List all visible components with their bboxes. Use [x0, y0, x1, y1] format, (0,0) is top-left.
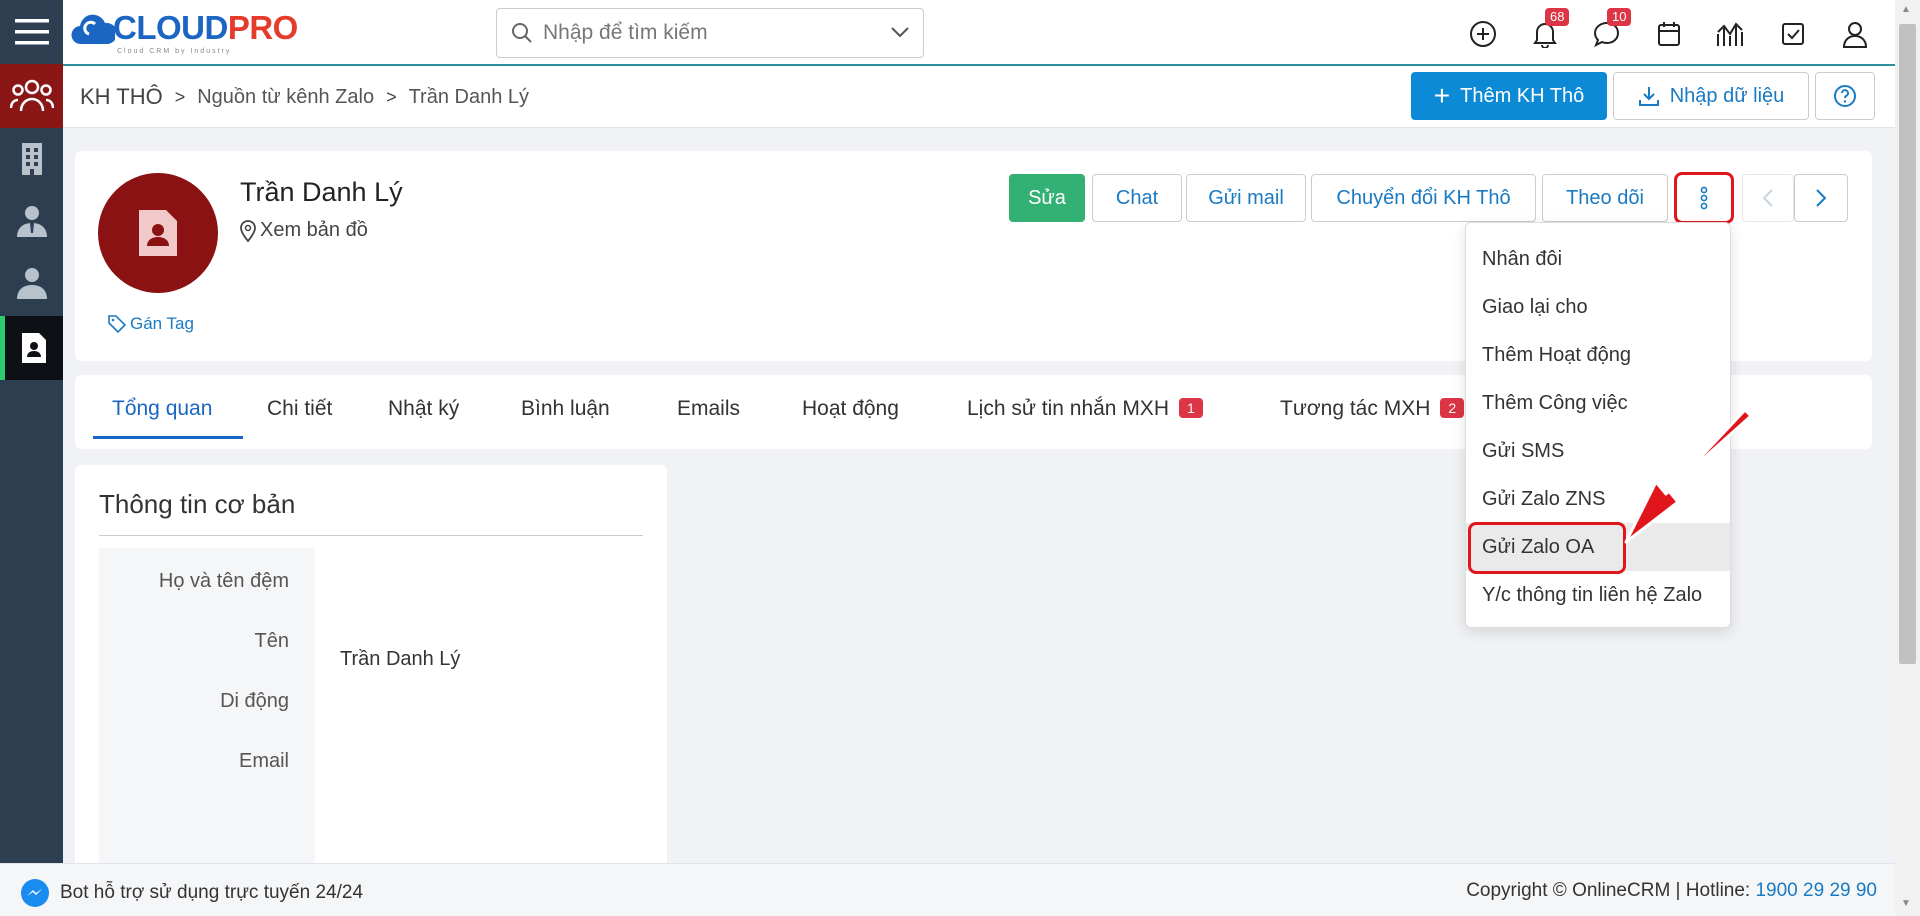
import-data-button[interactable]: Nhập dữ liệu [1613, 72, 1809, 120]
plus-icon: + [1433, 80, 1451, 111]
left-sidebar [0, 0, 63, 916]
section-title: Thông tin cơ bản [99, 489, 296, 519]
calendar-icon[interactable] [1649, 14, 1689, 54]
tab-activities[interactable]: Hoạt động [802, 397, 899, 421]
analytics-chart-icon[interactable] [1711, 14, 1751, 54]
breadcrumb-bar: KH THÔ > Nguồn từ kênh Zalo > Trần Danh … [63, 66, 1895, 128]
field-label-middle-name: Họ và tên đệm [158, 570, 289, 592]
next-record-button[interactable] [1794, 174, 1848, 222]
scroll-up-arrow-icon[interactable]: ▲ [1901, 4, 1911, 15]
field-label-mobile: Di động [220, 690, 289, 712]
divider [99, 535, 643, 536]
sidebar-item-contacts[interactable] [0, 190, 63, 252]
user-profile-icon[interactable] [1835, 14, 1875, 54]
chevron-right-icon: > [174, 86, 186, 107]
follow-button[interactable]: Theo dõi [1542, 174, 1668, 222]
active-tab-indicator [93, 436, 243, 439]
search-input[interactable] [543, 21, 883, 45]
user-tie-icon [16, 206, 47, 237]
sidebar-item-users[interactable] [0, 252, 63, 314]
support-bot-link[interactable]: Bot hỗ trợ sử dụng trực tuyến 24/24 [20, 878, 363, 908]
building-icon [21, 143, 42, 175]
hotline-link[interactable]: 1900 29 29 90 [1755, 880, 1877, 901]
tab-log[interactable]: Nhật ký [388, 397, 459, 421]
sidebar-item-leads[interactable] [0, 64, 63, 128]
breadcrumb-module[interactable]: KH THÔ [80, 84, 163, 110]
chevron-left-icon [1762, 189, 1773, 207]
cloud-logo-icon [71, 8, 118, 48]
chevron-down-icon[interactable] [891, 26, 909, 38]
add-circle-icon[interactable] [1463, 14, 1503, 54]
field-value-first-name: Trần Danh Lý [340, 648, 461, 670]
scroll-down-arrow-icon[interactable]: ▼ [1901, 898, 1911, 909]
annotation-arrow-icon [1624, 408, 1753, 544]
chat-bubble-icon[interactable]: 10 [1587, 8, 1632, 54]
breadcrumb-record: Trần Danh Lý [408, 85, 530, 108]
sidebar-item-contact-card[interactable] [0, 316, 63, 380]
tab-overview[interactable]: Tổng quan [112, 397, 212, 421]
assign-tag-link[interactable]: Gán Tag [108, 314, 194, 334]
view-map-link[interactable]: Xem bản đồ [240, 219, 368, 242]
menu-item-reassign[interactable]: Giao lại cho [1466, 283, 1730, 331]
basic-info-panel: Thông tin cơ bản Họ và tên đệm Tên Di độ… [75, 465, 667, 875]
tag-icon [108, 315, 126, 333]
notification-bell-icon[interactable]: 68 [1525, 8, 1570, 54]
field-label-email: Email [238, 750, 289, 772]
map-pin-icon [240, 219, 256, 242]
edit-button[interactable]: Sửa [1009, 174, 1085, 222]
field-label-first-name: Tên [254, 630, 289, 652]
highlight-box [1468, 522, 1626, 574]
breadcrumb-source[interactable]: Nguồn từ kênh Zalo [197, 86, 374, 109]
scrollbar-thumb[interactable] [1899, 24, 1916, 664]
contact-card-icon [22, 333, 46, 363]
tab-badge: 1 [1178, 398, 1203, 418]
page-scrollbar[interactable]: ▲ ▼ [1895, 0, 1920, 916]
messenger-icon [21, 879, 49, 907]
help-button[interactable] [1815, 72, 1875, 120]
previous-record-button[interactable] [1742, 174, 1794, 222]
question-circle-icon [1834, 85, 1856, 107]
avatar[interactable] [98, 173, 218, 293]
footer-bar: Bot hỗ trợ sử dụng trực tuyến 24/24 Copy… [0, 863, 1895, 916]
hamburger-menu-icon[interactable] [0, 0, 63, 64]
logo-tagline: Cloud CRM by Industry [117, 48, 232, 55]
tab-social-message-history[interactable]: Lịch sử tin nhắn MXH 1 [967, 397, 1203, 421]
global-search[interactable] [496, 8, 924, 58]
menu-item-request-zalo-contact[interactable]: Y/c thông tin liên hệ Zalo [1466, 571, 1730, 619]
tab-badge: 2 [1440, 398, 1465, 418]
contact-file-icon [139, 210, 177, 256]
logo-text: CLOUDPRO [113, 9, 298, 46]
field-label-column: Họ và tên đệm Tên Di động Email [99, 548, 315, 875]
task-checkbox-icon[interactable] [1773, 14, 1813, 54]
add-lead-button[interactable]: + Thêm KH Thô [1411, 72, 1607, 120]
tab-emails[interactable]: Emails [677, 397, 740, 421]
user-icon [16, 268, 47, 299]
breadcrumb: KH THÔ > Nguồn từ kênh Zalo > Trần Danh … [80, 84, 529, 110]
tab-comments[interactable]: Bình luận [521, 397, 610, 421]
profile-name: Trần Danh Lý [240, 177, 403, 207]
chat-button[interactable]: Chat [1092, 174, 1182, 222]
copyright-info: Copyright © OnlineCRM | Hotline: 1900 29… [1466, 880, 1877, 901]
download-icon [1638, 87, 1659, 106]
convert-lead-button[interactable]: Chuyển đổi KH Thô [1311, 174, 1536, 222]
more-vertical-icon [1700, 186, 1708, 210]
messages-badge: 10 [1607, 8, 1632, 26]
chevron-right-icon: > [386, 86, 397, 107]
sidebar-item-organizations[interactable] [0, 128, 63, 190]
chevron-right-icon [1816, 189, 1827, 207]
menu-item-duplicate[interactable]: Nhân đôi [1466, 235, 1730, 283]
search-icon [512, 23, 532, 43]
tab-details[interactable]: Chi tiết [267, 397, 332, 421]
menu-item-add-activity[interactable]: Thêm Hoạt động [1466, 331, 1730, 379]
top-header: CLOUDPRO Cloud CRM by Industry 68 10 [63, 0, 1895, 66]
cloudpro-logo[interactable]: CLOUDPRO Cloud CRM by Industry [71, 8, 298, 55]
tab-social-interactions[interactable]: Tương tác MXH 2 [1280, 397, 1465, 421]
send-mail-button[interactable]: Gửi mail [1186, 174, 1306, 222]
more-actions-button[interactable] [1674, 172, 1734, 224]
notifications-badge: 68 [1545, 8, 1570, 26]
users-group-icon [9, 79, 54, 112]
